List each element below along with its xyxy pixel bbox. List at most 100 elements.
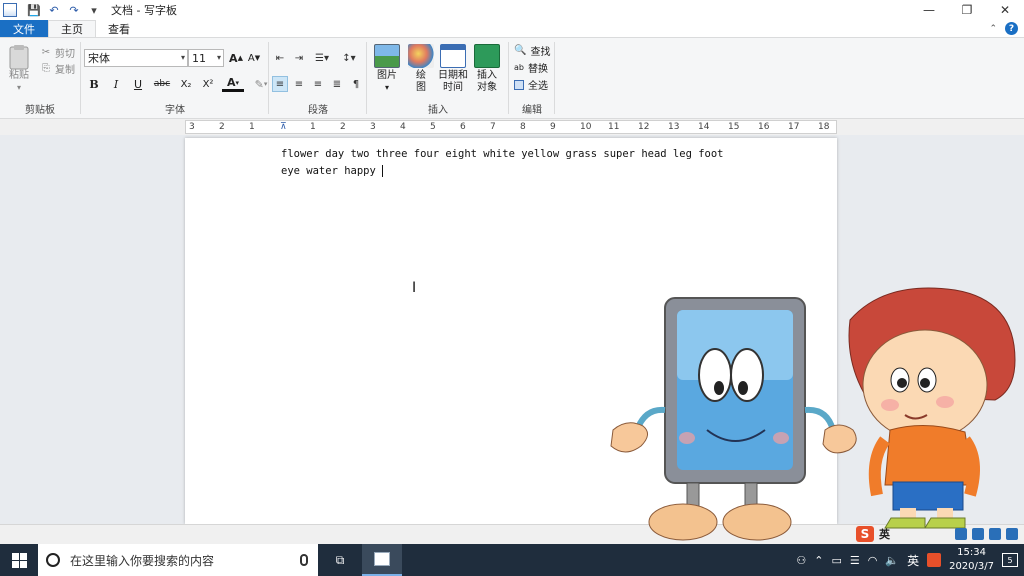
- line-spacing-icon[interactable]: ↕▾: [337, 50, 361, 66]
- paste-button[interactable]: 粘贴 ▾: [8, 44, 30, 94]
- scissors-icon: ✂: [41, 46, 51, 58]
- sogou-ime-logo[interactable]: S: [856, 526, 874, 542]
- ime-user-icon[interactable]: [972, 528, 984, 540]
- font-color-button[interactable]: A ▾: [222, 76, 244, 92]
- copy-label: 复制: [55, 64, 75, 76]
- network-icon[interactable]: ☰: [850, 554, 860, 567]
- subscript-button[interactable]: X₂: [178, 76, 194, 92]
- shrink-font-icon: A: [247, 52, 255, 64]
- document-text[interactable]: flower day two three four eight white ye…: [281, 146, 741, 180]
- bold-button[interactable]: B: [86, 76, 102, 92]
- highlight-icon: ✎: [254, 77, 264, 91]
- help-icon[interactable]: ?: [1005, 22, 1018, 35]
- ime-skin-icon[interactable]: [989, 528, 1001, 540]
- start-button[interactable]: [0, 544, 38, 576]
- save-icon[interactable]: 💾: [27, 3, 41, 17]
- clipboard-group: 粘贴 ▾ ✂ 剪切 ⎘ 复制 剪贴板: [0, 38, 80, 118]
- ruler[interactable]: 3 2 1 ⊼ 1 2 3 4 5 6 7 8 9 10 11 12 13 14…: [185, 120, 837, 134]
- clock-date: 2020/3/7: [949, 561, 994, 572]
- notification-center-icon[interactable]: 5: [1002, 553, 1018, 567]
- wifi-icon[interactable]: ◠: [868, 554, 878, 567]
- insert-object-label: 插入 对象: [477, 70, 497, 93]
- left-indent-marker[interactable]: ⊼: [280, 122, 287, 132]
- shrink-font-button[interactable]: A ▼: [246, 50, 262, 66]
- tab-home[interactable]: 主页: [48, 20, 96, 37]
- ruler-tick: 9: [550, 122, 556, 132]
- find-button[interactable]: 🔍 查找: [514, 42, 550, 59]
- align-right-icon[interactable]: ≡: [310, 76, 326, 92]
- microphone-icon[interactable]: [300, 554, 308, 566]
- sogou-tray-icon[interactable]: [927, 553, 942, 567]
- ruler-tick: 7: [490, 122, 496, 132]
- ime-keyboard-icon[interactable]: [955, 528, 967, 540]
- battery-icon[interactable]: ▭: [831, 554, 841, 567]
- superscript-button[interactable]: X²: [200, 76, 216, 92]
- justify-icon[interactable]: ≣: [329, 76, 345, 92]
- cut-button[interactable]: ✂ 剪切: [40, 44, 75, 60]
- picture-icon: [374, 44, 400, 68]
- maximize-button[interactable]: ❐: [948, 0, 986, 20]
- cortana-icon: [46, 553, 60, 567]
- clock-time: 15:34: [957, 547, 986, 558]
- ruler-tick: 16: [758, 122, 770, 132]
- ruler-tick: 2: [340, 122, 346, 132]
- cartoon-overlay-illustration: [610, 287, 1016, 541]
- task-view-icon[interactable]: ⧉: [318, 553, 362, 568]
- paint-drawing-button[interactable]: 绘 图: [408, 44, 434, 94]
- select-all-label: 全选: [528, 81, 548, 92]
- ruler-tick: 8: [520, 122, 526, 132]
- tab-file[interactable]: 文件: [0, 20, 48, 37]
- tab-view[interactable]: 查看: [96, 20, 142, 37]
- clock[interactable]: 15:34 2020/3/7: [949, 546, 994, 574]
- wordpad-app-icon[interactable]: [3, 3, 17, 17]
- text-caret: [382, 165, 384, 177]
- strikethrough-button[interactable]: abc: [152, 76, 172, 92]
- insert-object-icon: [474, 44, 500, 68]
- customize-qat-icon[interactable]: ▾: [87, 3, 101, 17]
- window-title: 文档 - 写字板: [111, 4, 177, 17]
- ruler-tick: 18: [818, 122, 830, 132]
- copy-button[interactable]: ⎘ 复制: [40, 60, 75, 76]
- collapse-ribbon-icon[interactable]: ⌃: [989, 24, 997, 34]
- clipboard-group-label: 剪贴板: [25, 105, 55, 116]
- italic-button[interactable]: I: [108, 76, 124, 92]
- ruler-tick: 2: [219, 122, 225, 132]
- bullets-icon[interactable]: ☰▾: [310, 50, 334, 66]
- ruler-tick: 14: [698, 122, 710, 132]
- taskbar-ime-lang[interactable]: 英: [907, 552, 919, 569]
- cut-label: 剪切: [55, 48, 75, 60]
- redo-icon[interactable]: ↷: [67, 3, 81, 17]
- datetime-button[interactable]: 日期和 时间: [438, 44, 468, 94]
- paste-label: 粘贴: [9, 70, 29, 81]
- insert-object-button[interactable]: 插入 对象: [474, 44, 500, 94]
- calendar-clock-icon: [440, 44, 466, 68]
- font-family-select[interactable]: 宋体 ▾: [84, 49, 188, 67]
- title-bar: 💾 ↶ ↷ ▾ 文档 - 写字板 — ❐ ✕: [0, 0, 1024, 20]
- minimize-button[interactable]: —: [910, 0, 948, 20]
- align-left-icon[interactable]: ≡: [272, 76, 288, 92]
- ruler-tick: 4: [400, 122, 406, 132]
- select-all-button[interactable]: 全选: [514, 76, 550, 93]
- search-placeholder: 在这里输入你要搜索的内容: [70, 553, 215, 568]
- increase-indent-icon[interactable]: ⇥: [291, 50, 307, 66]
- ime-tools-icon[interactable]: [1006, 528, 1018, 540]
- underline-button[interactable]: U: [130, 76, 146, 92]
- binoculars-icon: 🔍: [514, 45, 527, 56]
- show-hidden-icons-icon[interactable]: ⌃: [814, 554, 823, 567]
- editing-group: 🔍 查找 ab 替换 全选 编辑: [510, 38, 554, 118]
- font-size-select[interactable]: 11 ▾: [188, 49, 224, 67]
- align-center-icon[interactable]: ≡: [291, 76, 307, 92]
- grow-font-button[interactable]: A ▲: [228, 50, 244, 66]
- undo-icon[interactable]: ↶: [47, 3, 61, 17]
- volume-icon[interactable]: 🔈: [885, 554, 899, 567]
- close-button[interactable]: ✕: [986, 0, 1024, 20]
- replace-button[interactable]: ab 替换: [514, 59, 550, 76]
- picture-button[interactable]: 图片 ▾: [374, 44, 400, 94]
- paragraph-settings-icon[interactable]: ¶: [348, 76, 364, 92]
- ruler-tick: 1: [249, 122, 255, 132]
- taskbar-search-box[interactable]: 在这里输入你要搜索的内容: [38, 544, 318, 576]
- ime-mode-label[interactable]: 英: [879, 526, 890, 542]
- people-icon[interactable]: ⚇: [796, 554, 806, 567]
- decrease-indent-icon[interactable]: ⇤: [272, 50, 288, 66]
- taskbar-wordpad-app[interactable]: [362, 544, 402, 576]
